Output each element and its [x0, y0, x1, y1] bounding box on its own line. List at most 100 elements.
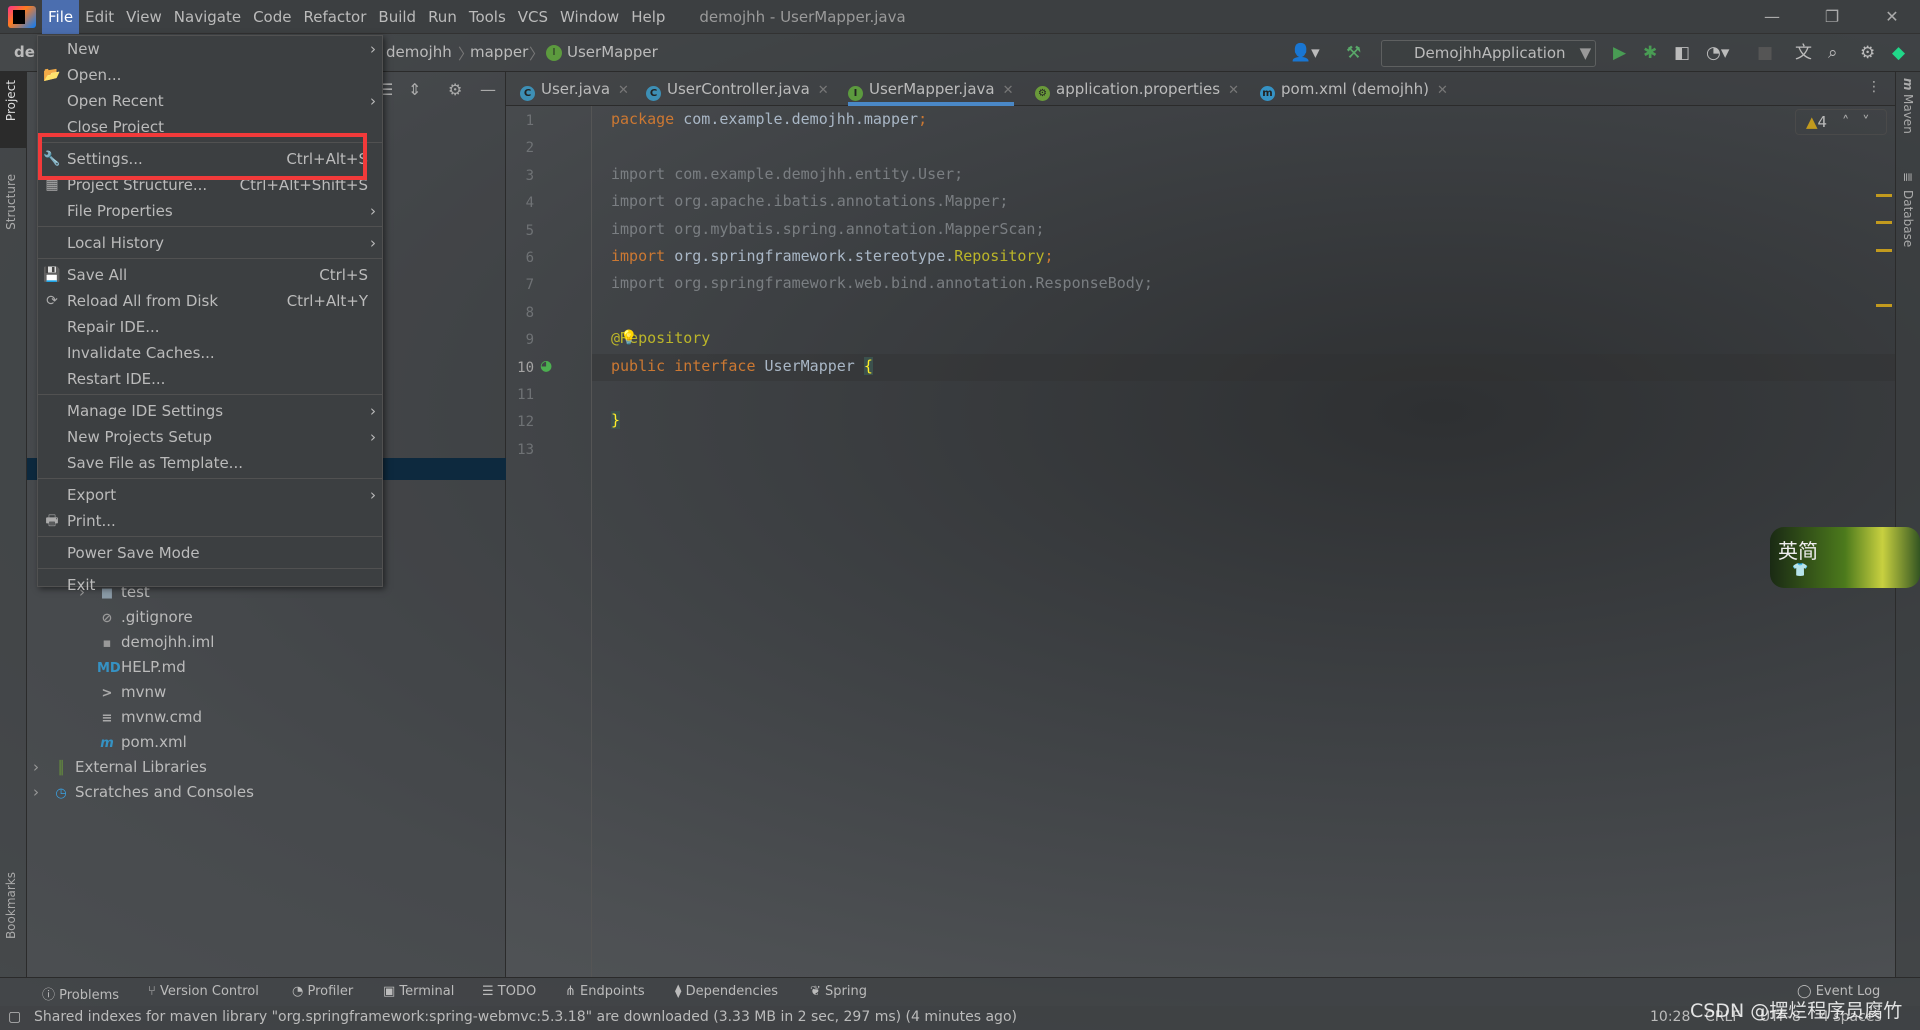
- previous-highlight-icon[interactable]: ˄: [1842, 113, 1850, 131]
- structure-tool-button[interactable]: Structure: [4, 174, 18, 230]
- menu-item-local-history[interactable]: Local History ›: [38, 230, 382, 256]
- menu-item-print[interactable]: 🖶 Print...: [38, 508, 382, 534]
- tool-terminal[interactable]: ▣ Terminal: [383, 984, 454, 999]
- coverage-icon[interactable]: ◧: [1674, 42, 1690, 64]
- menu-item-open[interactable]: 📂 Open...: [38, 62, 382, 88]
- bookmarks-tool-button[interactable]: Bookmarks: [4, 872, 18, 939]
- code-line[interactable]: import org.springframework.stereotype.Re…: [611, 247, 1054, 265]
- caret-position[interactable]: 10:28: [1650, 1009, 1690, 1025]
- menu-item-repair-ide[interactable]: Repair IDE...: [38, 314, 382, 340]
- menu-file[interactable]: File: [42, 0, 80, 34]
- code-line[interactable]: import org.mybatis.spring.annotation.Map…: [611, 220, 1044, 238]
- menu-window[interactable]: Window: [554, 0, 625, 34]
- minimize-button[interactable]: —: [1752, 0, 1792, 34]
- menu-build[interactable]: Build: [372, 0, 422, 34]
- maven-tool-button[interactable]: Maven: [1901, 94, 1915, 134]
- menu-item-new[interactable]: New ›: [38, 36, 382, 62]
- close-tab-icon[interactable]: ✕: [1228, 83, 1239, 98]
- debug-icon[interactable]: ✱: [1643, 42, 1657, 64]
- mybatis-navigate-icon[interactable]: ◕: [540, 358, 552, 374]
- close-tab-icon[interactable]: ✕: [618, 83, 629, 98]
- close-window-button[interactable]: ✕: [1872, 0, 1912, 34]
- code-line[interactable]: package com.example.demojhh.mapper;: [611, 110, 927, 128]
- tree-item[interactable]: m pom.xml: [79, 730, 187, 755]
- translate-icon[interactable]: 文: [1795, 42, 1812, 64]
- menu-item-manage-ide-settings[interactable]: Manage IDE Settings ›: [38, 398, 382, 424]
- warning-stripe-marker[interactable]: [1876, 194, 1892, 197]
- database-tool-button[interactable]: Database: [1901, 190, 1915, 247]
- toolbox-logo-icon[interactable]: ◆: [1892, 42, 1905, 64]
- menu-item-invalidate-caches[interactable]: Invalidate Caches...: [38, 340, 382, 366]
- collapse-all-icon[interactable]: ⇕: [408, 80, 421, 99]
- profile-icon[interactable]: ◔▾: [1706, 42, 1729, 64]
- tool-problems[interactable]: ⓘ Problems: [42, 984, 119, 1003]
- close-tab-icon[interactable]: ✕: [818, 83, 829, 98]
- tree-item[interactable]: ⊘ .gitignore: [79, 605, 193, 630]
- menu-item-file-properties[interactable]: File Properties ›: [38, 198, 382, 224]
- menu-item-save-all[interactable]: 💾 Save All Ctrl+S: [38, 262, 382, 288]
- menu-item-save-file-as-template[interactable]: Save File as Template...: [38, 450, 382, 476]
- tab-pom-xml-demojhh[interactable]: m pom.xml (demojhh) ✕: [1260, 72, 1448, 106]
- menu-help[interactable]: Help: [625, 0, 671, 34]
- search-icon[interactable]: ⌕: [1828, 42, 1838, 64]
- build-hammer-icon[interactable]: ⚒: [1346, 42, 1361, 64]
- tool-endpoints[interactable]: ⋔ Endpoints: [565, 984, 645, 999]
- menu-tools[interactable]: Tools: [463, 0, 512, 34]
- tool-todo[interactable]: ☰ TODO: [482, 984, 536, 999]
- tree-item[interactable]: › ◷ Scratches and Consoles: [33, 780, 254, 805]
- hide-panel-icon[interactable]: —: [480, 80, 496, 99]
- tool-dependencies[interactable]: ⧫ Dependencies: [675, 984, 778, 999]
- menu-run[interactable]: Run: [422, 0, 463, 34]
- gear-icon[interactable]: ⚙: [448, 80, 462, 99]
- menu-item-reload-all-from-disk[interactable]: ⟳ Reload All from Disk Ctrl+Alt+Y: [38, 288, 382, 314]
- menu-vcs[interactable]: VCS: [512, 0, 554, 34]
- warning-stripe-marker[interactable]: [1876, 221, 1892, 224]
- close-tab-icon[interactable]: ✕: [1003, 83, 1014, 98]
- intention-bulb-icon[interactable]: 💡: [620, 330, 637, 346]
- next-highlight-icon[interactable]: ˅: [1862, 113, 1870, 131]
- breadcrumb-file[interactable]: UserMapper: [567, 43, 658, 61]
- code-line[interactable]: }: [611, 411, 621, 430]
- menu-item-power-save-mode[interactable]: Power Save Mode: [38, 540, 382, 566]
- run-icon[interactable]: ▶: [1613, 42, 1626, 64]
- run-configuration-select[interactable]: DemojhhApplication ▼: [1381, 40, 1596, 67]
- menu-code[interactable]: Code: [247, 0, 297, 34]
- chevron-right-icon[interactable]: ›: [33, 780, 51, 805]
- tree-item[interactable]: > mvnw: [79, 680, 167, 705]
- restore-button[interactable]: ❐: [1812, 0, 1852, 34]
- chevron-right-icon[interactable]: ›: [33, 755, 51, 780]
- menu-item-export[interactable]: Export ›: [38, 482, 382, 508]
- close-tab-icon[interactable]: ✕: [1437, 83, 1448, 98]
- project-tool-button[interactable]: Project: [4, 80, 18, 121]
- tab-usercontroller-java[interactable]: C UserController.java ✕: [646, 72, 829, 106]
- code-line[interactable]: import com.example.demojhh.entity.User;: [611, 165, 963, 183]
- code-line[interactable]: import org.springframework.web.bind.anno…: [611, 274, 1153, 292]
- input-method-widget[interactable]: 英简 👕: [1770, 527, 1920, 588]
- warning-stripe-marker[interactable]: [1876, 249, 1892, 252]
- tree-item[interactable]: ▪ demojhh.iml: [79, 630, 215, 655]
- tab-user-java[interactable]: C User.java ✕: [520, 72, 629, 106]
- menu-item-restart-ide[interactable]: Restart IDE...: [38, 366, 382, 392]
- tree-item[interactable]: ≡ mvnw.cmd: [79, 705, 203, 730]
- tool-spring[interactable]: ❦ Spring: [810, 984, 867, 999]
- status-message[interactable]: Shared indexes for maven library "org.sp…: [34, 1009, 1017, 1025]
- more-tabs-icon[interactable]: ⋮: [1867, 79, 1881, 95]
- status-toggle-icon[interactable]: ▢: [8, 1009, 21, 1025]
- breadcrumb-project[interactable]: demojhh: [386, 43, 452, 61]
- menu-item-new-projects-setup[interactable]: New Projects Setup ›: [38, 424, 382, 450]
- user-icon[interactable]: 👤▾: [1290, 42, 1320, 64]
- code-line[interactable]: import org.apache.ibatis.annotations.Map…: [611, 192, 1008, 210]
- inspection-widget[interactable]: ▲4 ˄ ˅: [1795, 109, 1887, 135]
- menu-item-exit[interactable]: Exit: [38, 572, 382, 598]
- tab-usermapper-java[interactable]: I UserMapper.java ✕: [848, 72, 1014, 106]
- menu-navigate[interactable]: Navigate: [168, 0, 247, 34]
- breadcrumb-package[interactable]: mapper: [470, 43, 528, 61]
- tree-item[interactable]: MDHELP.md: [79, 655, 186, 680]
- tree-item[interactable]: › ║ External Libraries: [33, 755, 207, 780]
- gear-icon[interactable]: ⚙: [1860, 42, 1875, 64]
- menu-item-open-recent[interactable]: Open Recent ›: [38, 88, 382, 114]
- menu-edit[interactable]: Edit: [79, 0, 120, 34]
- menu-view[interactable]: View: [120, 0, 168, 34]
- tool-version-control[interactable]: ⑂ Version Control: [148, 984, 259, 999]
- stop-icon[interactable]: ■: [1757, 42, 1773, 64]
